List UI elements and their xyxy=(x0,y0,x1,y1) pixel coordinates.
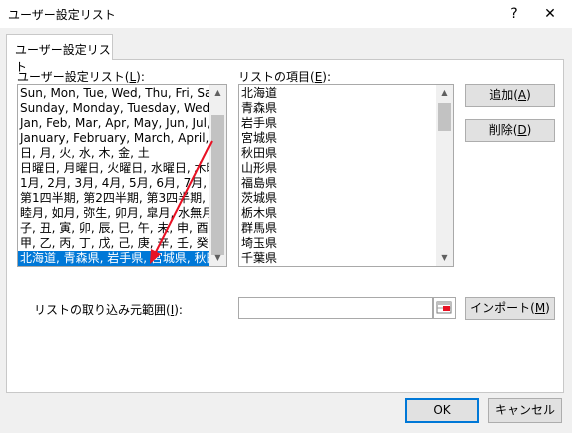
scroll-thumb[interactable] xyxy=(438,103,451,131)
list-entry-item: 青森県 xyxy=(241,101,278,115)
list-entry-item: 福島県 xyxy=(241,176,278,190)
help-button[interactable]: ? xyxy=(496,0,532,28)
list-entry-item: 秋田県 xyxy=(241,146,278,160)
scroll-thumb[interactable] xyxy=(211,115,224,255)
scroll-up-icon[interactable]: ▲ xyxy=(209,85,226,101)
custom-list-item[interactable]: 日, 月, 火, 水, 木, 金, 土 xyxy=(18,146,210,161)
delete-button[interactable]: 削除(D) xyxy=(465,119,555,142)
window-title: ユーザー設定リスト xyxy=(8,8,116,22)
list-entry-item: 埼玉県 xyxy=(241,236,278,250)
import-button[interactable]: インポート(M) xyxy=(465,297,555,320)
list-entries-textarea[interactable]: 北海道 青森県 岩手県 宮城県 秋田県 山形県 福島県 茨城県 栃木県 群馬県 埼玉県 千葉県 ▲ ▼ xyxy=(238,84,454,267)
import-range-input[interactable] xyxy=(238,297,433,319)
list-entry-item: 群馬県 xyxy=(241,221,278,235)
custom-list-item[interactable]: January, February, March, April, May xyxy=(18,131,226,146)
list-entry-item: 山形県 xyxy=(241,161,278,175)
custom-list-item[interactable]: 1月, 2月, 3月, 4月, 5月, 6月, 7月, 8月 xyxy=(18,176,226,191)
list-entry-item: 岩手県 xyxy=(241,116,278,130)
list-entry-item: 宮城県 xyxy=(241,131,278,145)
scroll-up-icon[interactable]: ▲ xyxy=(436,85,453,101)
add-button[interactable]: 追加(A) xyxy=(465,84,555,107)
cancel-button[interactable]: キャンセル xyxy=(488,398,562,423)
custom-lists-listbox[interactable]: Sun, Mon, Tue, Wed, Thu, Fri, Sat Sunday,… xyxy=(17,84,227,267)
import-range-label: リストの取り込み元範囲(I): xyxy=(34,303,183,317)
custom-lists-label: ユーザー設定リスト(L): xyxy=(17,70,145,84)
custom-list-item[interactable]: 北海道, 青森県, 岩手県, 宮城県, 秋田県 xyxy=(18,251,226,266)
close-button[interactable]: ✕ xyxy=(532,0,568,28)
range-select-icon[interactable] xyxy=(433,297,456,319)
scroll-down-icon[interactable]: ▼ xyxy=(436,250,453,266)
list-entry-item: 北海道 xyxy=(241,86,278,100)
custom-lists-scrollbar[interactable]: ▲ ▼ xyxy=(209,85,226,266)
custom-list-item[interactable]: 第1四半期, 第2四半期, 第3四半期, 第4 xyxy=(18,191,226,206)
custom-list-item[interactable]: 睦月, 如月, 弥生, 卯月, 皐月, 水無月 xyxy=(18,206,214,221)
list-entries-label: リストの項目(E): xyxy=(238,70,332,84)
custom-list-item[interactable]: Jan, Feb, Mar, Apr, May, Jun, Jul, Aug xyxy=(18,116,226,131)
tab-custom-lists[interactable]: ユーザー設定リスト xyxy=(6,34,113,74)
custom-list-item[interactable]: Sunday, Monday, Tuesday, Wednesday xyxy=(18,101,226,116)
list-entry-item: 栃木県 xyxy=(241,206,278,220)
scroll-down-icon[interactable]: ▼ xyxy=(209,250,226,266)
list-entries-scrollbar[interactable]: ▲ ▼ xyxy=(436,85,453,266)
custom-list-item[interactable]: Sun, Mon, Tue, Wed, Thu, Fri, Sat xyxy=(18,86,217,101)
list-entry-item: 茨城県 xyxy=(241,191,278,205)
list-entry-item: 千葉県 xyxy=(241,251,278,265)
custom-list-item[interactable]: 日曜日, 月曜日, 火曜日, 水曜日, 木曜日 xyxy=(18,161,226,176)
ok-button[interactable]: OK xyxy=(405,398,479,423)
custom-list-item[interactable]: 子, 丑, 寅, 卯, 辰, 巳, 午, 未, 申, 酉 xyxy=(18,221,210,236)
custom-list-item[interactable]: 甲, 乙, 丙, 丁, 戊, 己, 庚, 辛, 壬, 癸 xyxy=(18,236,210,251)
